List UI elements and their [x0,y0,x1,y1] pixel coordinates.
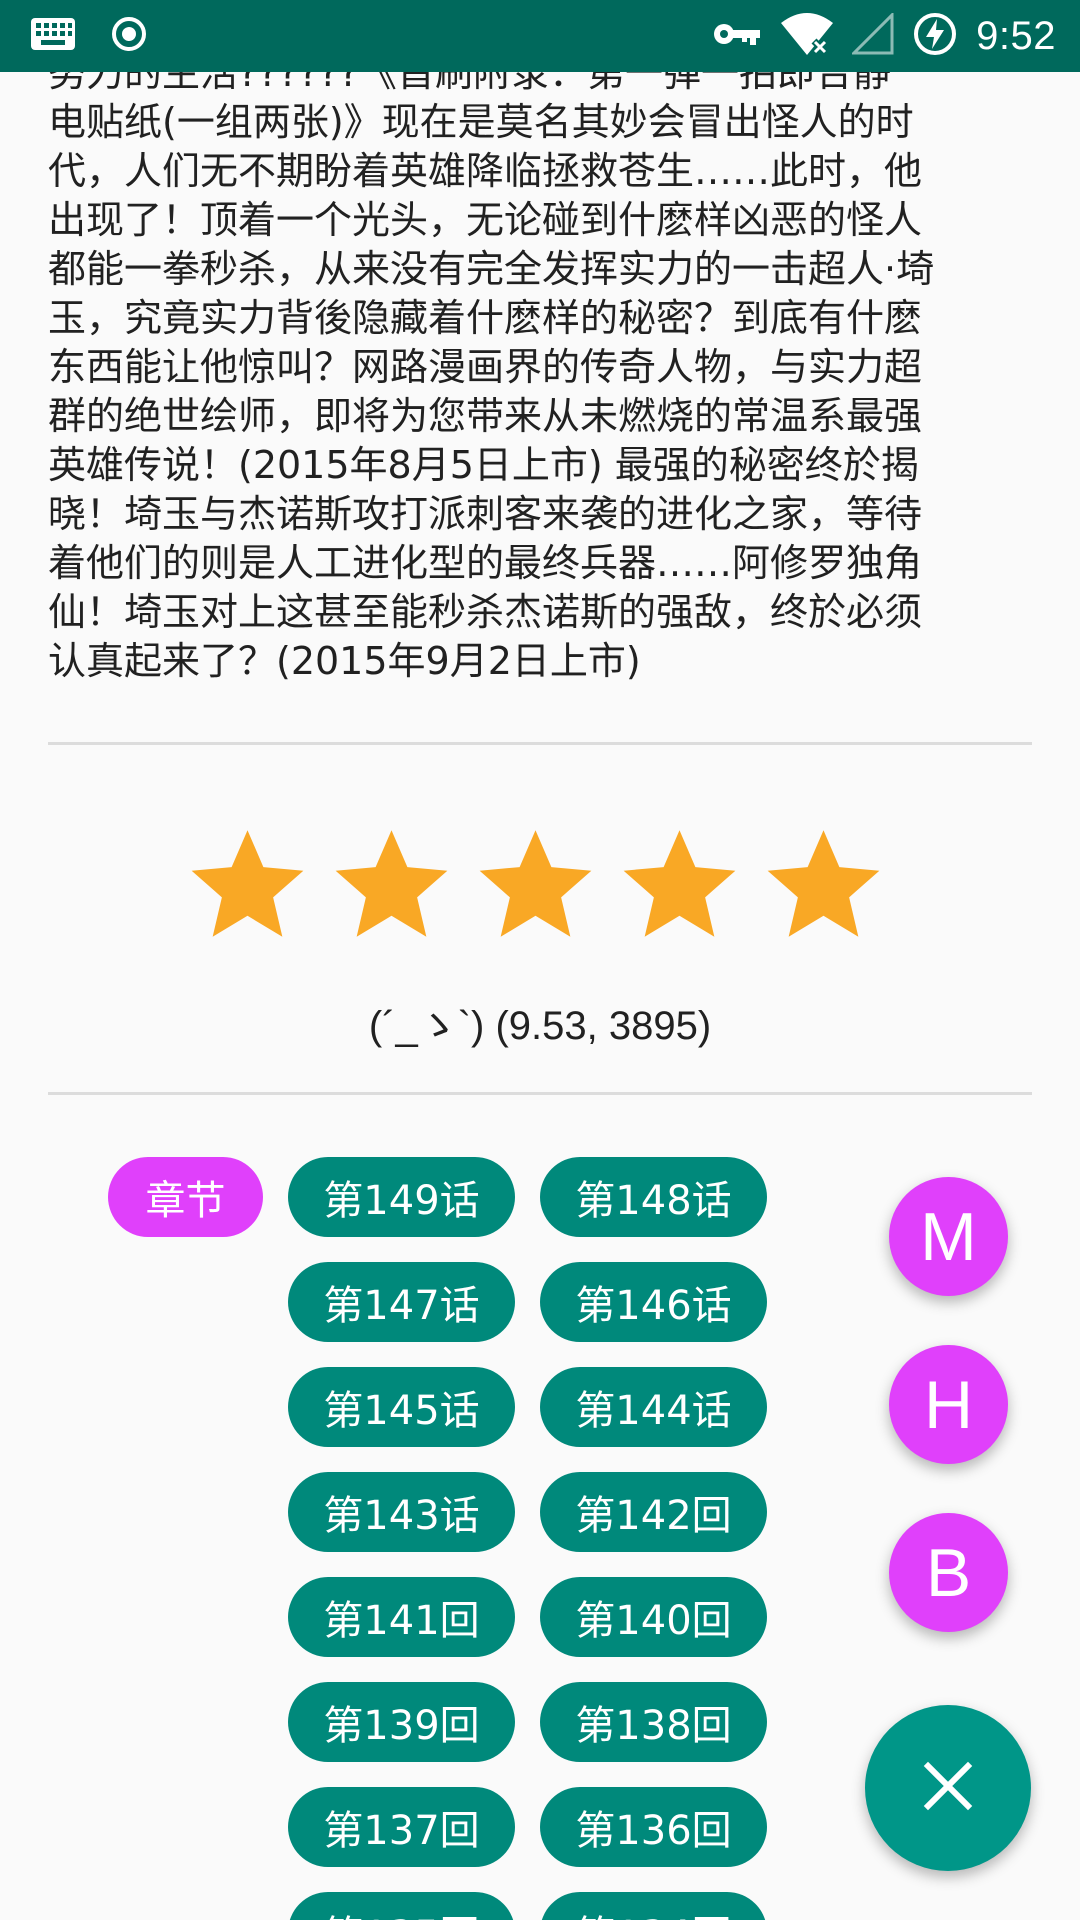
cell-signal-icon [850,11,894,59]
chapter-button[interactable]: 第139回 [288,1682,515,1762]
chapter-button[interactable]: 第149话 [288,1157,515,1237]
keyboard-icon [30,17,76,55]
divider [48,1092,1032,1095]
star-icon[interactable] [186,822,309,945]
description-line: 晓！埼玉与杰诺斯攻打派刺客来袭的进化之家，等待 [48,492,923,536]
chapter-button[interactable]: 第135回 [288,1892,515,1920]
chapter-button[interactable]: 第145话 [288,1367,515,1447]
chapter-button[interactable]: 第142回 [540,1472,767,1552]
chapter-button[interactable]: 第136回 [540,1787,767,1867]
record-icon [110,15,148,57]
chapter-button[interactable]: 第147话 [288,1262,515,1342]
battery-charging-icon [912,11,958,61]
detail-page: 努力的生活??????《首刷附录：第一弹一拍即合静 电贴纸(一组两张)》现在是莫… [0,0,1080,1920]
chapter-button[interactable]: 第141回 [288,1577,515,1657]
status-bar: 9:52 [0,0,1080,72]
chapter-button[interactable]: 第144话 [540,1367,767,1447]
fab-h-button[interactable]: H [889,1345,1008,1464]
chapter-button[interactable]: 第148话 [540,1157,767,1237]
description-line: 着他们的则是人工进化型的最终兵器……阿修罗独角 [48,541,923,585]
chapter-button[interactable]: 第134回 [540,1892,767,1920]
description-line: 群的绝世绘师，即将为您带来从未燃烧的常温系最强 [48,394,923,438]
description-line: 英雄传说！(2015年8月5日上市) 最强的秘密终於揭 [48,443,919,487]
vpn-key-icon [712,19,762,53]
description-line: 东西能让他惊叫？网路漫画界的传奇人物，与实力超 [48,345,923,389]
description-line: 认真起来了？(2015年9月2日上市) [48,639,641,683]
chapter-button[interactable]: 第140回 [540,1577,767,1657]
fab-b-button[interactable]: B [889,1513,1008,1632]
status-time: 9:52 [976,13,1056,58]
description-line: 玉，究竟实力背後隐藏着什麽样的秘密？到底有什麽 [48,296,923,340]
close-icon [923,1761,973,1816]
description-line: 电贴纸(一组两张)》现在是莫名其妙会冒出怪人的时 [48,100,914,144]
comic-description: 努力的生活??????《首刷附录：第一弹一拍即合静 电贴纸(一组两张)》现在是莫… [48,49,1033,686]
chapter-button[interactable]: 第137回 [288,1787,515,1867]
description-line: 都能一拳秒杀，从来没有完全发挥实力的一击超人·埼 [48,247,935,291]
star-icon[interactable] [474,822,597,945]
fab-close-button[interactable] [865,1705,1031,1871]
rating-score: (´_ゝ`) (9.53, 3895) [368,1004,712,1048]
description-line: 出现了！顶着一个光头，无论碰到什麽样凶恶的怪人 [48,198,923,242]
star-icon[interactable] [618,822,741,945]
chapter-section-chip[interactable]: 章节 [108,1157,263,1237]
fab-m-button[interactable]: M [889,1177,1008,1296]
chapter-button[interactable]: 第146话 [540,1262,767,1342]
rating-bar[interactable] [186,822,885,945]
chapter-button[interactable]: 第143话 [288,1472,515,1552]
chapter-button[interactable]: 第138回 [540,1682,767,1762]
description-line: 仙！埼玉对上这甚至能秒杀杰诺斯的强敌，终於必须 [48,590,923,634]
wifi-off-icon [780,11,834,61]
description-line: 代，人们无不期盼着英雄降临拯救苍生……此时，他 [48,149,923,193]
star-icon[interactable] [762,822,885,945]
divider [48,742,1032,745]
star-icon[interactable] [330,822,453,945]
